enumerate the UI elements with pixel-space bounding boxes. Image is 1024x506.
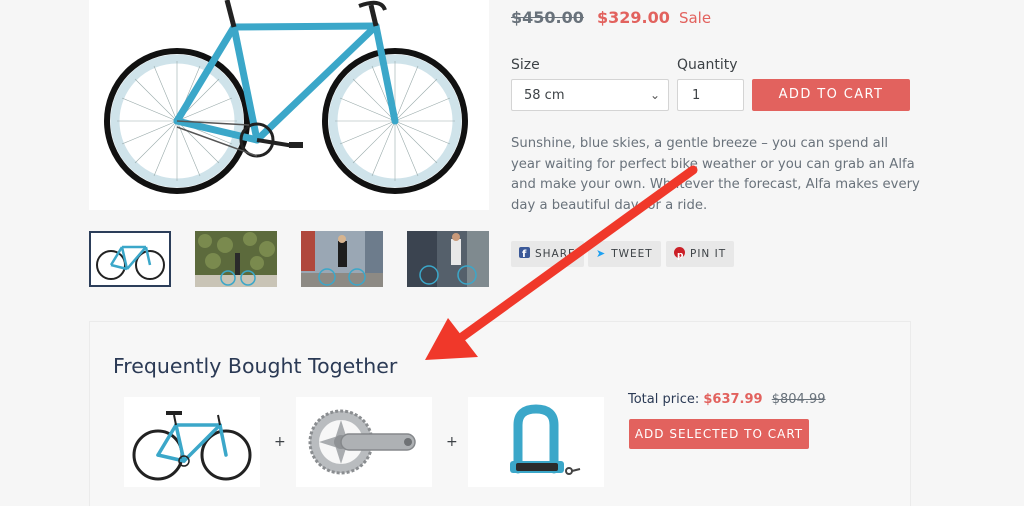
add-to-cart-button[interactable]: ADD TO CART xyxy=(752,79,910,111)
share-pinterest-button[interactable]: PIN IT xyxy=(666,241,735,269)
add-selected-to-cart-button[interactable]: ADD SELECTED TO CART xyxy=(629,419,809,449)
street-rider-photo xyxy=(407,231,489,287)
fbt-item-bike[interactable] xyxy=(124,397,260,487)
product-description: Sunshine, blue skies, a gentle breeze – … xyxy=(511,136,920,213)
twitter-icon: ➤ xyxy=(596,247,607,260)
thumbnail-1[interactable] xyxy=(89,231,171,287)
sale-label: Sale xyxy=(678,9,712,27)
chevron-down-icon: ⌄ xyxy=(649,88,660,102)
thumbnail-3[interactable] xyxy=(301,231,383,287)
green-wall-photo xyxy=(195,231,277,287)
bike-product-image xyxy=(132,411,252,481)
share-pinterest-label: PIN IT xyxy=(690,248,727,260)
city-rider-photo xyxy=(301,231,383,287)
size-label: Size xyxy=(511,57,540,73)
quantity-label: Quantity xyxy=(677,57,738,73)
share-facebook-button[interactable]: SHARE xyxy=(511,241,584,268)
product-main-image[interactable] xyxy=(89,0,489,210)
plus-sign-1: + xyxy=(274,434,286,450)
crankset-product-image xyxy=(308,409,416,475)
total-price-new: $637.99 xyxy=(703,392,763,407)
compare-at-price: $450.00 xyxy=(511,8,584,27)
fbt-item-lock[interactable] xyxy=(468,397,604,487)
bike-image xyxy=(104,0,468,194)
price-row: $450.00 $329.00 Sale xyxy=(511,8,711,34)
pinterest-icon xyxy=(674,243,685,269)
share-twitter-label: TWEET xyxy=(611,248,653,260)
plus-sign-2: + xyxy=(446,434,458,450)
share-facebook-label: SHARE xyxy=(535,248,576,260)
share-twitter-button[interactable]: ➤ TWEET xyxy=(588,241,661,267)
thumbnail-4[interactable] xyxy=(407,231,489,287)
bike-thumbnail xyxy=(96,245,165,280)
total-price: Total price: $637.99 $804.99 xyxy=(628,392,826,407)
size-select[interactable]: 58 cm ⌄ xyxy=(511,79,669,111)
sale-price: $329.00 xyxy=(596,8,670,27)
thumbnail-2[interactable] xyxy=(195,231,277,287)
fbt-item-crankset[interactable] xyxy=(296,397,432,487)
total-price-label: Total price: xyxy=(628,392,700,407)
fbt-title: Frequently Bought Together xyxy=(113,354,398,378)
thumbnail-strip xyxy=(89,231,489,288)
frequently-bought-together-panel: Frequently Bought Together + + Total pri… xyxy=(89,321,911,506)
u-lock-product-image xyxy=(510,404,581,475)
total-price-old: $804.99 xyxy=(771,392,826,407)
size-value: 58 cm xyxy=(524,88,565,103)
quantity-input[interactable]: 1 xyxy=(677,79,744,111)
facebook-icon xyxy=(519,242,530,268)
